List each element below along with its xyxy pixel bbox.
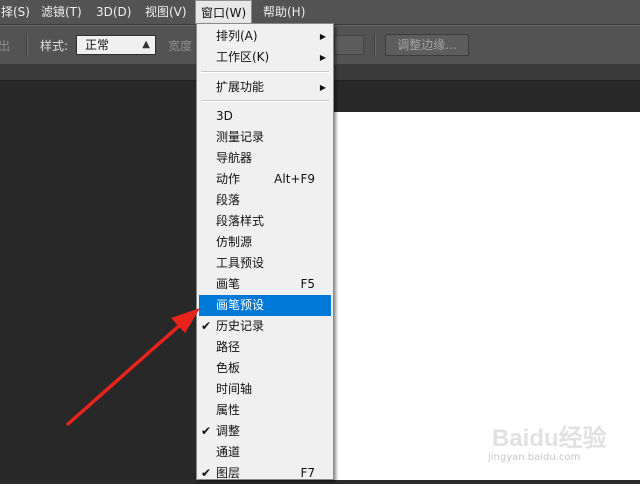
watermark-url: jingyan.baidu.com	[488, 452, 581, 463]
menu-select[interactable]: 择(S)	[0, 0, 35, 24]
menu-item-paragraph[interactable]: 段落	[199, 190, 331, 211]
menu-item-brush[interactable]: 画笔 F5	[199, 274, 331, 295]
menu-item-clone-source[interactable]: 仿制源	[199, 232, 331, 253]
menu-item-label: 属性	[216, 403, 241, 417]
menu-item-shortcut: F5	[300, 277, 315, 291]
menu-item-shortcut: Alt+F9	[274, 172, 315, 186]
menu-item-navigator[interactable]: 导航器	[199, 148, 331, 169]
menu-item-3d[interactable]: 3D	[199, 106, 331, 127]
menu-3d[interactable]: 3D(D)	[91, 0, 136, 24]
menu-item-label: 动作	[216, 172, 241, 186]
menu-item-arrange[interactable]: 排列(A) ▶	[199, 26, 331, 47]
menu-item-label: 段落样式	[216, 214, 265, 228]
style-select-value: 正常	[85, 38, 110, 52]
chevron-updown-icon: ▲︎	[142, 39, 150, 50]
menu-item-label: 历史记录	[216, 319, 265, 333]
menu-view[interactable]: 视图(V)	[140, 0, 192, 24]
menu-item-label: 画笔	[216, 277, 241, 291]
menu-item-timeline[interactable]: 时间轴	[199, 379, 331, 400]
menu-item-label: 排列(A)	[216, 29, 258, 43]
menu-item-channels[interactable]: 通道	[199, 442, 331, 463]
divider	[374, 34, 376, 56]
menu-item-label: 时间轴	[216, 382, 253, 396]
menu-item-swatches[interactable]: 色板	[199, 358, 331, 379]
clipped-option-label: 出	[0, 39, 11, 53]
divider	[26, 34, 28, 56]
menu-item-label: 3D	[216, 109, 233, 123]
height-field[interactable]	[334, 35, 364, 55]
menu-separator	[201, 71, 329, 73]
submenu-arrow-icon: ▶	[319, 32, 326, 41]
menu-item-label: 仿制源	[216, 235, 253, 249]
submenu-arrow-icon: ▶	[319, 53, 326, 62]
refine-edge-button[interactable]: 调整边缘...	[385, 34, 469, 56]
menu-item-label: 工作区(K)	[216, 50, 270, 64]
menu-item-tool-presets[interactable]: 工具预设	[199, 253, 331, 274]
menu-item-paths[interactable]: 路径	[199, 337, 331, 358]
menu-help[interactable]: 帮助(H)	[258, 0, 310, 24]
menu-item-label: 画笔预设	[216, 298, 265, 312]
menu-item-adjustments[interactable]: ✔ 调整	[199, 421, 331, 442]
menu-item-workspace[interactable]: 工作区(K) ▶	[199, 47, 331, 68]
width-label: 宽度	[168, 39, 193, 53]
menu-item-measurement-log[interactable]: 测量记录	[199, 127, 331, 148]
menu-item-label: 扩展功能	[216, 80, 265, 94]
menu-item-label: 图层	[216, 466, 241, 480]
menu-item-paragraph-styles[interactable]: 段落样式	[199, 211, 331, 232]
submenu-arrow-icon: ▶	[319, 83, 326, 92]
menu-item-history[interactable]: ✔ 历史记录	[199, 316, 331, 337]
style-select[interactable]: 正常 ▲︎	[76, 35, 156, 55]
menu-item-properties[interactable]: 属性	[199, 400, 331, 421]
menu-item-label: 色板	[216, 361, 241, 375]
menu-item-label: 导航器	[216, 151, 253, 165]
checkmark-icon: ✔	[201, 319, 212, 333]
menu-item-label: 路径	[216, 340, 241, 354]
menu-item-extensions[interactable]: 扩展功能 ▶	[199, 77, 331, 98]
menu-item-label: 调整	[216, 424, 241, 438]
checkmark-icon: ✔	[201, 466, 212, 480]
menu-separator	[201, 100, 329, 102]
menu-item-brush-presets[interactable]: 画笔预设	[199, 295, 331, 316]
menu-filter[interactable]: 滤镜(T)	[36, 0, 87, 24]
menu-item-label: 测量记录	[216, 130, 265, 144]
menu-bar: 择(S) 滤镜(T) 3D(D) 视图(V) 窗口(W) 帮助(H)	[0, 0, 640, 25]
menu-item-label: 工具预设	[216, 256, 265, 270]
menu-item-layers[interactable]: ✔ 图层 F7	[199, 463, 331, 484]
document-canvas[interactable]	[330, 112, 640, 480]
menu-item-label: 通道	[216, 445, 241, 459]
menu-item-shortcut: F7	[300, 466, 315, 480]
menu-window[interactable]: 窗口(W)	[195, 0, 253, 24]
window-menu-dropdown: 排列(A) ▶ 工作区(K) ▶ 扩展功能 ▶ 3D 测量记录 导航器 动作 A…	[196, 23, 334, 480]
menu-item-label: 段落	[216, 193, 241, 207]
menu-item-actions[interactable]: 动作 Alt+F9	[199, 169, 331, 190]
checkmark-icon: ✔	[201, 424, 212, 438]
style-label: 样式:	[40, 39, 69, 53]
